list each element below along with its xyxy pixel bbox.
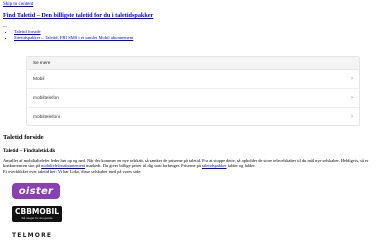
panel-header: Se mere [27,57,359,70]
main-navigation: Taletid forside Sitetidspakker – Taletid… [3,29,133,41]
panel-row-mobiltelefoni[interactable]: mobiltelefoni › [27,108,359,126]
panel-row-label: Mobil [33,76,45,82]
intro-paragraph: Ansøller af mobiltaltelefer leder hør op… [3,158,387,174]
nav-link-sitetidspakker[interactable]: Sitetidspakker – Taletid, FRI SMS i et s… [14,35,133,40]
cbb-logo-text: CBBMOBIL [14,207,60,216]
paragraph-text: Et overblikket over taletid her: Vi har … [3,168,142,174]
paragraph-text: markedt. Du giver billige priser til dig… [85,163,202,169]
cbb-logo-tagline: Så meget for det gamle [21,216,53,220]
nav-item: Sitetidspakker – Taletid, FRI SMS i et s… [14,35,133,41]
panel-row-mobiltelefon[interactable]: mobiltelefon › [27,89,359,108]
taletidspakker-link[interactable]: taletidspakker [202,163,227,168]
mobilabonnement-link[interactable]: mobiltelefonabonnement [41,163,85,168]
section-heading: Taletid – Findtaletid.dk [3,148,56,154]
oister-logo[interactable]: oister [12,183,60,199]
chevron-right-icon: › [351,76,353,82]
panel-row-label: mobiltelefoni [33,114,60,120]
see-more-panel: Se mere Mobil › mobiltelefon › mobiltele… [26,56,360,126]
telmore-logo[interactable]: TELMORE [12,232,52,239]
paragraph-text: falder og falder. [226,163,256,169]
page-title: Taletid forside [3,134,44,141]
nav-link-forside[interactable]: Taletid forside [14,29,41,34]
panel-row-label: mobiltelefon [33,95,59,101]
chevron-right-icon: › [351,95,353,101]
skip-to-content-link[interactable]: Skip to content [3,2,33,7]
oister-logo-text: oister [18,185,54,197]
cbb-mobil-logo[interactable]: CBBMOBIL Så meget for det gamle [12,206,62,222]
panel-row-mobil[interactable]: Mobil › [27,70,359,89]
chevron-right-icon: › [351,114,353,120]
site-title-link[interactable]: Find Taletid – Den billigste taletid for… [3,12,153,19]
